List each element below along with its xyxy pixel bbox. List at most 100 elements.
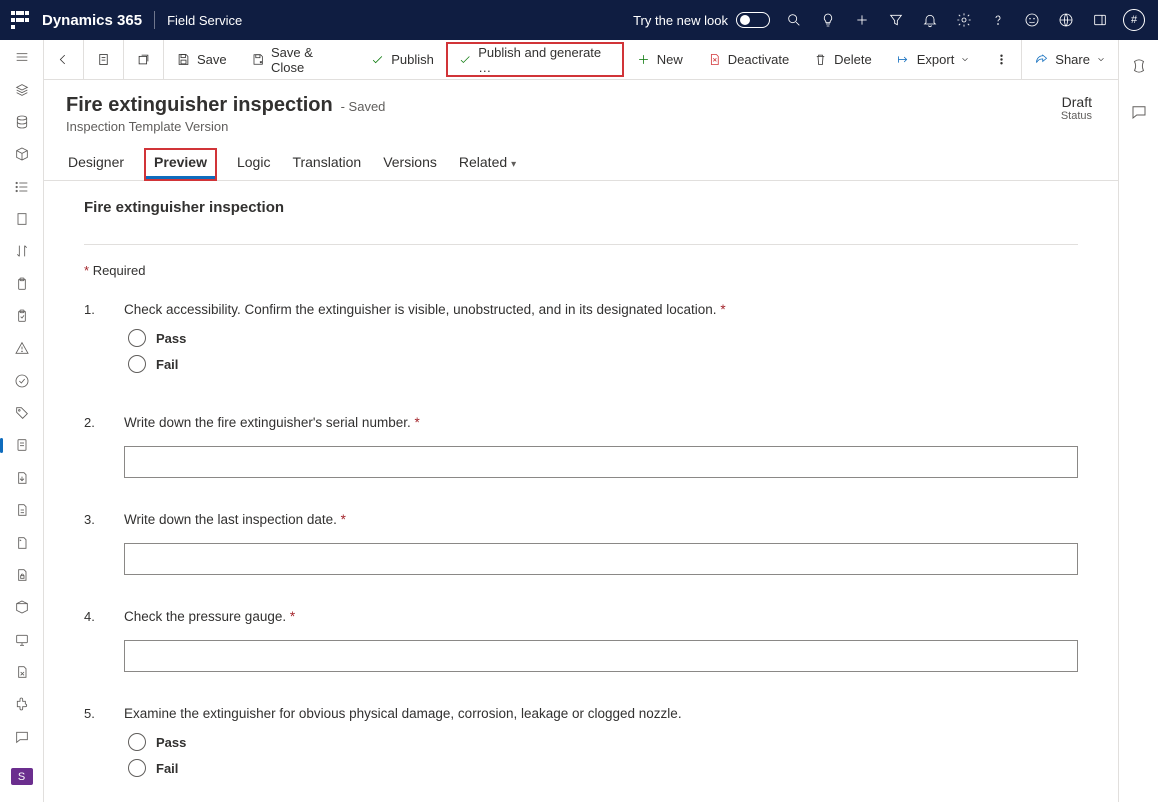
copilot-icon[interactable] [1125, 52, 1153, 80]
form-title: Fire extinguisher inspection [84, 199, 1078, 216]
tab-preview[interactable]: Preview [144, 148, 217, 181]
check-circle-icon[interactable] [8, 370, 36, 392]
page-title: Fire extinguisher inspection [66, 94, 333, 116]
overflow-icon[interactable] [982, 40, 1021, 79]
help-icon[interactable] [982, 4, 1014, 36]
building-icon[interactable] [8, 208, 36, 230]
try-new-label: Try the new look [633, 13, 728, 28]
search-icon[interactable] [778, 4, 810, 36]
tag-icon[interactable] [8, 402, 36, 424]
tab-logic[interactable]: Logic [235, 148, 272, 180]
warning-icon[interactable] [8, 337, 36, 359]
save-button[interactable]: Save [164, 40, 239, 79]
back-button[interactable] [44, 40, 83, 79]
app-launcher-icon[interactable] [8, 8, 32, 32]
tab-translation[interactable]: Translation [290, 148, 363, 180]
tab-related-label: Related [459, 154, 507, 170]
question-label: Check the pressure gauge. * [124, 609, 1078, 624]
divider [154, 11, 155, 29]
deactivate-button[interactable]: Deactivate [695, 40, 801, 79]
delete-button[interactable]: Delete [801, 40, 884, 79]
page-subtitle: Inspection Template Version [66, 119, 385, 134]
chevron-down-icon: ▾ [511, 159, 516, 170]
left-nav-rail: S [0, 40, 44, 802]
document-icon[interactable] [8, 499, 36, 521]
question-row: 3.Write down the last inspection date. * [84, 512, 1078, 575]
tab-related[interactable]: Related ▾ [457, 148, 518, 180]
status-label: Status [1061, 110, 1092, 122]
save-close-label: Save & Close [271, 45, 346, 75]
toggle-icon[interactable] [736, 12, 770, 28]
gear-icon[interactable] [948, 4, 980, 36]
menu-icon[interactable] [8, 46, 36, 68]
package-icon[interactable] [8, 596, 36, 618]
question-number: 1. [84, 302, 108, 381]
module-label[interactable]: Field Service [167, 13, 242, 28]
file-send-icon[interactable] [8, 531, 36, 553]
clipboard-check-icon[interactable] [8, 305, 36, 327]
sort-icon[interactable] [8, 240, 36, 262]
plus-icon[interactable] [846, 4, 878, 36]
save-close-button[interactable]: Save & Close [239, 40, 359, 79]
puzzle-icon[interactable] [8, 693, 36, 715]
text-input[interactable] [124, 543, 1078, 575]
try-new-look[interactable]: Try the new look [633, 12, 770, 28]
open-new-window-icon[interactable] [124, 40, 163, 79]
question-label: Write down the last inspection date. * [124, 512, 1078, 527]
question-number: 5. [84, 706, 108, 785]
teams-chat-icon[interactable] [1125, 98, 1153, 126]
file-lock-icon[interactable] [8, 564, 36, 586]
publish-button[interactable]: Publish [358, 40, 446, 79]
radio-option-pass[interactable]: Pass [128, 733, 1078, 751]
page-header: Fire extinguisher inspection - Saved Ins… [44, 80, 1118, 134]
right-rail [1118, 40, 1158, 802]
radio-option-fail[interactable]: Fail [128, 355, 1078, 373]
radio-option-fail[interactable]: Fail [128, 759, 1078, 777]
new-button[interactable]: New [624, 40, 695, 79]
publish-label: Publish [391, 52, 434, 67]
clipboard-icon[interactable] [8, 273, 36, 295]
text-input[interactable] [124, 640, 1078, 672]
question-label: Check accessibility. Confirm the extingu… [124, 302, 1078, 317]
global-nav: Dynamics 365 Field Service Try the new l… [0, 0, 1158, 40]
save-label: Save [197, 52, 227, 67]
brand-label: Dynamics 365 [42, 12, 142, 29]
stack-icon[interactable] [8, 78, 36, 100]
desktop-icon[interactable] [8, 628, 36, 650]
publish-generate-label: Publish and generate … [478, 45, 611, 75]
smile-icon[interactable] [1016, 4, 1048, 36]
required-legend: * Required [84, 263, 1078, 278]
status-field[interactable]: Draft Status [1061, 94, 1096, 122]
chat-icon[interactable] [8, 726, 36, 748]
divider [84, 244, 1078, 245]
form-selector-icon[interactable] [84, 40, 123, 79]
filter-icon[interactable] [880, 4, 912, 36]
new-label: New [657, 52, 683, 67]
globe-icon[interactable] [1050, 4, 1082, 36]
lightbulb-icon[interactable] [812, 4, 844, 36]
share-button[interactable]: Share [1022, 40, 1118, 79]
box-icon[interactable] [8, 143, 36, 165]
export-button[interactable]: Export [884, 40, 983, 79]
form-body: Fire extinguisher inspection * Required … [44, 181, 1118, 802]
tab-designer[interactable]: Designer [66, 148, 126, 180]
tab-versions[interactable]: Versions [381, 148, 439, 180]
deactivate-label: Deactivate [728, 52, 789, 67]
app-switcher[interactable]: S [11, 768, 33, 786]
text-input[interactable] [124, 446, 1078, 478]
bell-icon[interactable] [914, 4, 946, 36]
question-number: 4. [84, 609, 108, 672]
file-x-icon[interactable] [8, 661, 36, 683]
inspection-icon[interactable] [8, 434, 36, 456]
panel-icon[interactable] [1084, 4, 1116, 36]
status-value: Draft [1061, 94, 1092, 110]
form-tabs: Designer Preview Logic Translation Versi… [44, 134, 1118, 181]
database-icon[interactable] [8, 111, 36, 133]
list-icon[interactable] [8, 175, 36, 197]
radio-option-pass[interactable]: Pass [128, 329, 1078, 347]
avatar[interactable]: # [1118, 4, 1150, 36]
publish-generate-button[interactable]: Publish and generate … [446, 42, 624, 77]
question-row: 2.Write down the fire extinguisher's ser… [84, 415, 1078, 478]
file-arrow-icon[interactable] [8, 467, 36, 489]
radio-icon [128, 733, 146, 751]
